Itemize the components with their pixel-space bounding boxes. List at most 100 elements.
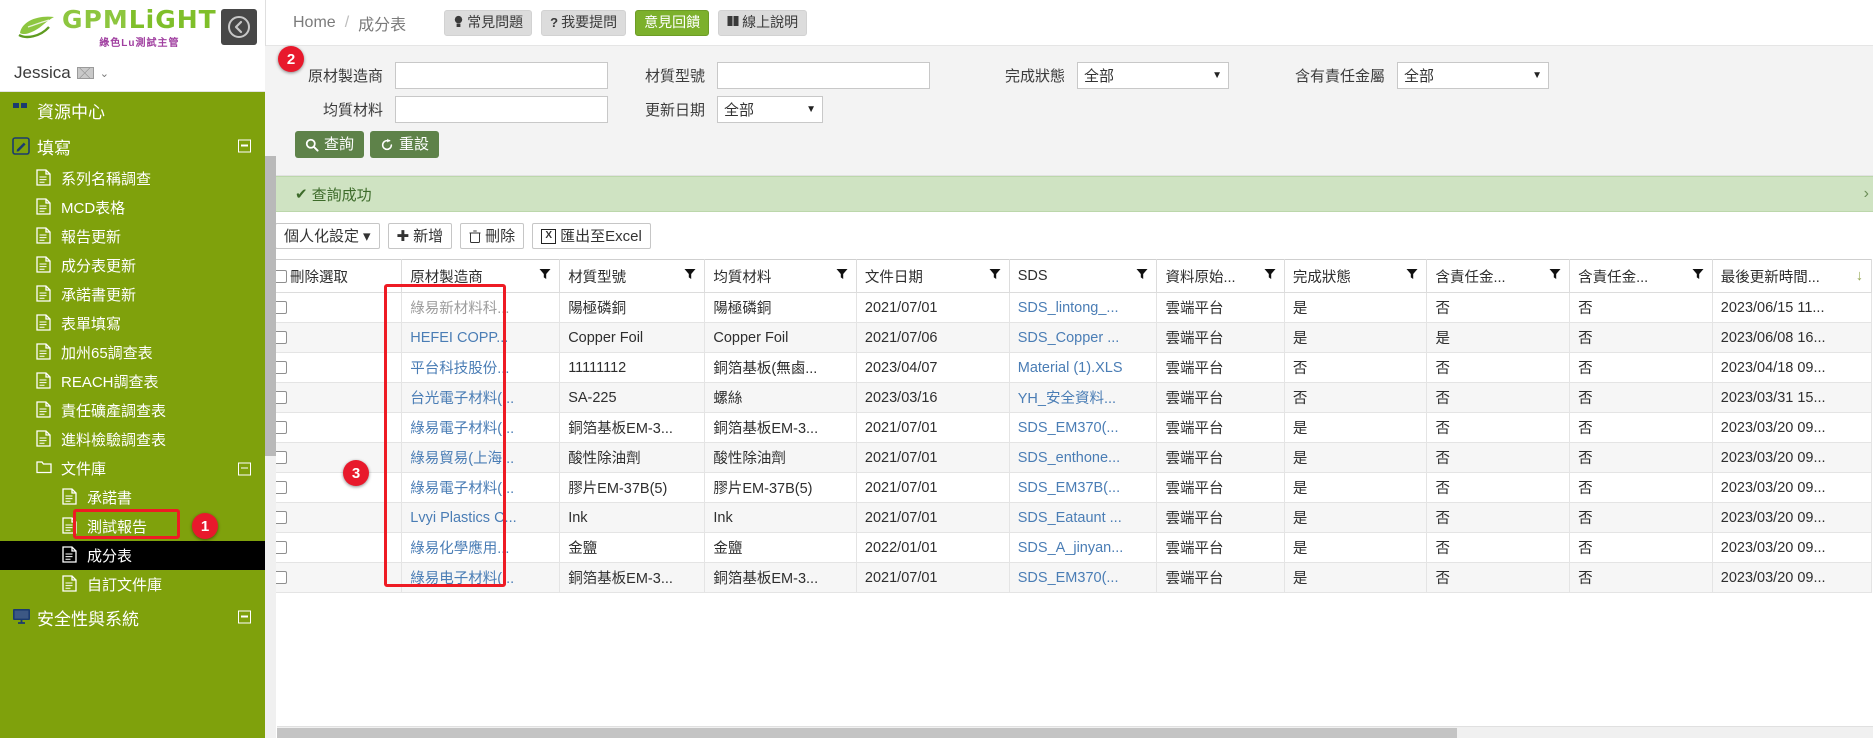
material-input[interactable] <box>395 95 608 123</box>
sidebar-item-進料檢驗調查表[interactable]: 進料檢驗調查表 <box>0 425 265 454</box>
status-select[interactable]: 全部 ▼ <box>1077 61 1229 89</box>
column-header-均質材料[interactable]: 均質材料 <box>704 259 857 293</box>
funnel-icon[interactable] <box>1549 268 1561 284</box>
sidebar-item-測試報告[interactable]: 測試報告 <box>0 512 265 541</box>
sidebar-item-系列名稱調查[interactable]: 系列名稱調查 <box>0 164 265 193</box>
add-button[interactable]: ✚ 新增 <box>387 223 453 249</box>
field-date: 更新日期 全部 ▼ <box>625 95 985 123</box>
notice-close-icon[interactable]: › <box>1864 185 1869 203</box>
sidebar-item-自訂文件庫[interactable]: 自訂文件庫 <box>0 570 265 599</box>
sidebar-item-MCD表格[interactable]: MCD表格 <box>0 193 265 222</box>
vertical-scrollbar[interactable] <box>265 156 276 738</box>
export-excel-button[interactable]: X 匯出至Excel <box>532 223 651 249</box>
sidebar-item-填寫[interactable]: 填寫 <box>0 128 265 164</box>
column-header-文件日期[interactable]: 文件日期 <box>855 259 1010 293</box>
funnel-icon[interactable] <box>1136 268 1148 284</box>
table-row[interactable]: 台光電子材料(... SA-225 螺絲 2023/03/16 YH_安全資料... 雲端… <box>265 382 1873 413</box>
table-row[interactable]: 平台科技股份... 11111112 銅箔基板(無鹵... 2023/04/07 Mat… <box>265 352 1873 383</box>
search-button[interactable]: 查詢 <box>295 131 365 158</box>
cell-maker[interactable]: Lvyi Plastics C... <box>401 502 561 533</box>
sidebar-item-承諾書[interactable]: 承諾書 <box>0 483 265 512</box>
funnel-icon[interactable] <box>1264 268 1276 284</box>
collapse-toggle-icon[interactable] <box>238 462 251 475</box>
cell-maker[interactable]: 平台科技股份... <box>401 352 561 383</box>
table-row[interactable]: 綠易電子材料(... 銅箔基板EM-3... 銅箔基板EM-3... 2021/07/… <box>265 412 1873 443</box>
column-header-完成狀態[interactable]: 完成狀態 <box>1283 259 1428 293</box>
topbar-button-常見問題[interactable]: 常見問題 <box>444 9 533 36</box>
table-row[interactable]: 綠易新材料科... 陽極磷銅 陽極磷銅 2021/07/01 SDS_lintong_.… <box>265 292 1873 323</box>
horizontal-scrollbar[interactable] <box>277 726 1873 738</box>
column-header-刪除選取[interactable]: 刪除選取 <box>265 259 403 293</box>
cell-maker[interactable]: 綠易電子材料(... <box>401 412 561 443</box>
sidebar-collapse-button[interactable] <box>221 9 257 45</box>
breadcrumb-home[interactable]: Home <box>293 14 336 32</box>
topbar-button-我要提問[interactable]: ? 我要提問 <box>541 9 627 36</box>
reset-button[interactable]: 重設 <box>370 131 440 158</box>
sidebar-item-文件庫[interactable]: 文件庫 <box>0 454 265 483</box>
table-row[interactable]: 綠易化學應用... 金鹽 金鹽 2022/01/01 SDS_A_jinyan... 雲端… <box>265 532 1873 563</box>
cell-text: 否 <box>1578 421 1593 437</box>
topbar-button-線上說明[interactable]: 線上說明 <box>718 9 808 36</box>
sidebar-item-加州65調查表[interactable]: 加州65調查表 <box>0 338 265 367</box>
sidebar-item-安全性與系統[interactable]: 安全性與系統 <box>0 599 265 635</box>
cell-maker[interactable]: 綠易新材料科... <box>401 292 561 323</box>
sidebar-item-成分表[interactable]: 成分表 <box>0 541 265 570</box>
cell-maker[interactable]: 綠易電子材料(... <box>401 472 561 503</box>
funnel-icon[interactable] <box>1692 268 1704 284</box>
sidebar-item-表單填寫[interactable]: 表單填寫 <box>0 309 265 338</box>
metal-select[interactable]: 全部 ▼ <box>1397 61 1549 89</box>
table-row[interactable]: Lvyi Plastics C... Ink Ink 2021/07/01 SDS_Ea… <box>265 502 1873 533</box>
table-row[interactable]: 綠易貿易(上海... 酸性除油劑 酸性除油劑 2021/07/01 SDS_enthon… <box>265 442 1873 473</box>
cell-sds[interactable]: SDS_Eataunt ... <box>1008 502 1158 533</box>
column-header-資料原始...[interactable]: 資料原始... <box>1156 259 1285 293</box>
sort-arrow-icon[interactable]: ↓ <box>1856 268 1863 284</box>
table-row[interactable]: HEFEI COPP... Copper Foil Copper Foil 2021/… <box>265 322 1873 353</box>
table-row[interactable]: 綠易电子材料(... 銅箔基板EM-3... 銅箔基板EM-3... 2021/07/… <box>265 562 1873 593</box>
column-header-SDS[interactable]: SDS <box>1008 259 1158 293</box>
chevron-down-icon[interactable]: ⌄ <box>100 67 109 80</box>
horizontal-scrollbar-thumb[interactable] <box>277 728 1457 738</box>
personalize-button[interactable]: 個人化設定 ▾ <box>275 223 380 249</box>
cell-maker[interactable]: 綠易貿易(上海... <box>401 442 561 473</box>
sidebar-item-資源中心[interactable]: 資源中心 <box>0 92 265 128</box>
cell-sds[interactable]: SDS_enthone... <box>1008 442 1158 473</box>
table-row[interactable]: 綠易電子材料(... 膠片EM-37B(5) 膠片EM-37B(5) 2021/07/… <box>265 472 1873 503</box>
topbar-button-意見回饋[interactable]: 意見回饋 <box>635 9 710 36</box>
cell-maker[interactable]: HEFEI COPP... <box>401 322 561 353</box>
funnel-icon[interactable] <box>989 268 1001 284</box>
column-header-含責任金...[interactable]: 含責任金... <box>1426 259 1571 293</box>
column-header-最後更新時間...[interactable]: 最後更新時間... ↓ <box>1711 259 1873 293</box>
funnel-icon[interactable] <box>684 268 696 284</box>
collapse-toggle-icon[interactable] <box>238 139 251 153</box>
cell-sds[interactable]: SDS_EM370(... <box>1008 412 1158 443</box>
delete-button[interactable]: 刪除 <box>460 223 525 249</box>
funnel-icon[interactable] <box>539 268 551 284</box>
column-header-含責任金...[interactable]: 含責任金... <box>1569 259 1713 293</box>
cell-sds[interactable]: SDS_EM370(... <box>1008 562 1158 593</box>
sidebar-item-責任礦產調查表[interactable]: 責任礦產調查表 <box>0 396 265 425</box>
sidebar-item-承諾書更新[interactable]: 承諾書更新 <box>0 280 265 309</box>
cell-maker[interactable]: 台光電子材料(... <box>401 382 561 413</box>
cell-sds[interactable]: SDS_A_jinyan... <box>1008 532 1158 563</box>
funnel-icon[interactable] <box>836 268 848 284</box>
cell-sds[interactable]: YH_安全資料... <box>1008 382 1158 413</box>
cell-sds[interactable]: SDS_EM37B(... <box>1008 472 1158 503</box>
column-header-原材製造商[interactable]: 原材製造商 <box>401 259 561 293</box>
cell-maker[interactable]: 綠易化學應用... <box>401 532 561 563</box>
envelope-icon[interactable] <box>76 67 94 79</box>
sidebar-item-REACH調查表[interactable]: REACH調查表 <box>0 367 265 396</box>
cell-sds[interactable]: Material (1).XLS <box>1008 352 1158 383</box>
funnel-icon[interactable] <box>1406 268 1418 284</box>
column-header-材質型號[interactable]: 材質型號 <box>559 259 706 293</box>
sidebar-item-成分表更新[interactable]: 成分表更新 <box>0 251 265 280</box>
user-menu[interactable]: Jessica ⌄ <box>0 55 265 92</box>
cell-sds[interactable]: SDS_lintong_... <box>1008 292 1158 323</box>
cell-sds[interactable]: SDS_Copper ... <box>1008 322 1158 353</box>
date-select[interactable]: 全部 ▼ <box>717 95 823 123</box>
cell-maker[interactable]: 綠易电子材料(... <box>401 562 561 593</box>
maker-input[interactable] <box>395 61 608 89</box>
model-input[interactable] <box>717 61 930 89</box>
collapse-toggle-icon[interactable] <box>238 610 251 624</box>
sidebar-item-報告更新[interactable]: 報告更新 <box>0 222 265 251</box>
vertical-scrollbar-thumb[interactable] <box>265 156 276 456</box>
